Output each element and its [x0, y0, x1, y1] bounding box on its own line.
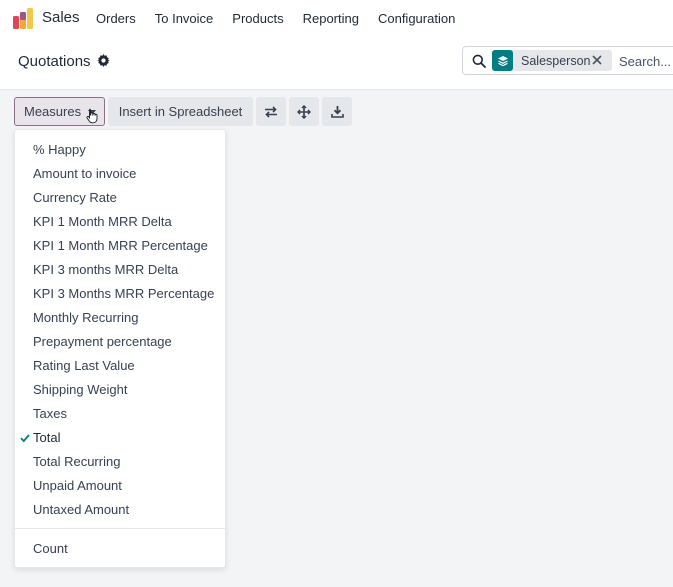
expand-all-icon	[297, 104, 311, 119]
measure-item-label: % Happy	[33, 142, 86, 157]
measure-item-label: KPI 3 months MRR Delta	[33, 262, 179, 277]
measure-item[interactable]: KPI 1 Month MRR Delta	[15, 210, 225, 234]
measure-item-label: Prepayment percentage	[33, 334, 172, 349]
swap-axes-icon	[265, 105, 277, 118]
measure-item-label: Rating Last Value	[33, 358, 135, 373]
measure-item[interactable]: KPI 3 Months MRR Percentage	[15, 282, 225, 306]
close-icon[interactable]	[591, 54, 603, 66]
measure-item-label: Amount to invoice	[33, 166, 137, 181]
gear-icon[interactable]	[97, 54, 110, 67]
measures-dropdown: % Happy Amount to invoice Currency Rate KPI…	[14, 129, 226, 568]
sales-app-logo[interactable]	[12, 8, 34, 30]
top-navbar: Sales Orders To Invoice Products Reporti…	[0, 0, 673, 38]
measures-label: Measures	[24, 104, 82, 119]
measure-item[interactable]: Taxes	[15, 402, 225, 426]
measure-item-label: Unpaid Amount	[33, 478, 122, 493]
measure-item-label: Currency Rate	[33, 190, 117, 205]
check-icon	[20, 434, 30, 443]
measure-item[interactable]: Total	[15, 426, 225, 450]
search-icon[interactable]	[472, 54, 486, 68]
measure-item-label: KPI 1 Month MRR Percentage	[33, 238, 208, 253]
measure-item[interactable]: KPI 1 Month MRR Percentage	[15, 234, 225, 258]
control-panel: Quotations Salesperson	[0, 38, 673, 90]
dropdown-divider	[15, 528, 225, 529]
insert-label: Insert in Spreadsheet	[118, 104, 243, 119]
pivot-toolbar: Measures Insert in Spreadsheet	[14, 97, 352, 126]
measure-item-label: Taxes	[33, 406, 67, 421]
measure-item-label: Total Recurring	[33, 454, 121, 469]
download-icon	[330, 106, 344, 118]
measure-item-label: Total	[33, 430, 61, 445]
measure-item[interactable]: % Happy	[15, 138, 225, 162]
measure-item[interactable]: Currency Rate	[15, 186, 225, 210]
search-bar: Salesperson	[462, 46, 673, 75]
measure-item[interactable]: KPI 3 months MRR Delta	[15, 258, 225, 282]
app-name[interactable]: Sales	[42, 9, 80, 26]
measure-item[interactable]: Untaxed Amount	[15, 498, 225, 522]
measure-item[interactable]: Prepayment percentage	[15, 330, 225, 354]
insert-in-spreadsheet-button[interactable]: Insert in Spreadsheet	[108, 97, 253, 126]
layers-icon	[492, 50, 513, 71]
menu-products[interactable]: Products	[232, 11, 283, 26]
page-title: Quotations	[18, 53, 91, 70]
search-facet-salesperson[interactable]: Salesperson	[492, 50, 612, 71]
menu-configuration[interactable]: Configuration	[378, 11, 455, 26]
swap-axes-button[interactable]	[256, 97, 286, 126]
measure-item[interactable]: Rating Last Value	[15, 354, 225, 378]
measure-item-label: KPI 3 Months MRR Percentage	[33, 286, 215, 301]
measure-item[interactable]: Monthly Recurring	[15, 306, 225, 330]
main-menu: Orders To Invoice Products Reporting Con…	[96, 11, 474, 26]
measure-item[interactable]: Total Recurring	[15, 450, 225, 474]
menu-reporting[interactable]: Reporting	[303, 11, 359, 26]
measure-item[interactable]: Amount to invoice	[15, 162, 225, 186]
menu-to-invoice[interactable]: To Invoice	[155, 11, 214, 26]
expand-all-button[interactable]	[289, 97, 319, 126]
measure-item-label: Untaxed Amount	[33, 502, 130, 517]
facet-label: Salesperson	[521, 53, 591, 68]
measure-item-label: Shipping Weight	[33, 382, 128, 397]
menu-orders[interactable]: Orders	[96, 11, 136, 26]
search-input[interactable]	[619, 52, 673, 70]
measure-item[interactable]: Unpaid Amount	[15, 474, 225, 498]
download-button[interactable]	[322, 97, 352, 126]
hand-pointer-icon	[86, 108, 98, 124]
measure-item-count[interactable]: Count	[15, 537, 225, 561]
measure-item-label: KPI 1 Month MRR Delta	[33, 214, 172, 229]
measure-item-label: Monthly Recurring	[33, 310, 139, 325]
measure-item[interactable]: Shipping Weight	[15, 378, 225, 402]
